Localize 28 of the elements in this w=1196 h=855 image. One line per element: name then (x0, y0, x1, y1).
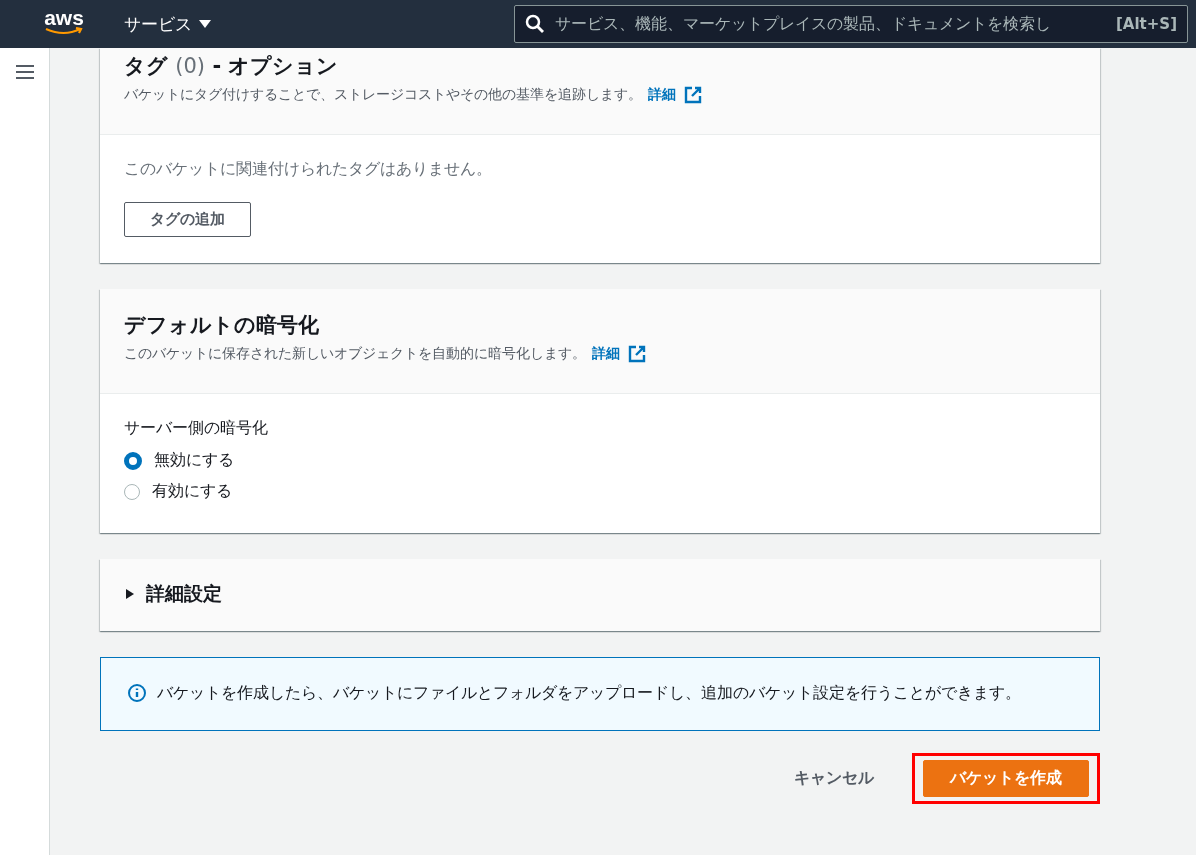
search-icon (525, 14, 545, 34)
add-tag-button[interactable]: タグの追加 (124, 202, 251, 237)
section-description: バケットにタグ付けすることで、ストレージコストやその他の基準を追跡します。 (124, 86, 642, 104)
services-menu[interactable]: サービス (124, 12, 212, 36)
external-link-icon (628, 345, 646, 363)
radio-label: 有効にする (152, 481, 232, 502)
shortcut-hint: [Alt+S] (1116, 15, 1177, 33)
section-title: デフォルトの暗号化 (124, 312, 320, 339)
caret-icon (124, 588, 136, 600)
radio-label: 無効にする (154, 450, 234, 471)
search-bar[interactable]: サービス、機能、マーケットプレイスの製品、ドキュメントを検索し [Alt+S] (514, 5, 1188, 43)
radio-button[interactable] (124, 451, 142, 470)
section-description: このバケットに保存された新しいオブジェクトを自動的に暗号化します。 (124, 345, 586, 363)
menu-icon[interactable] (15, 64, 34, 80)
advanced-settings-toggle[interactable]: 詳細設定 (124, 581, 222, 607)
details-link[interactable]: 詳細 (648, 86, 702, 104)
radio-button[interactable] (124, 483, 140, 500)
info-message: バケットを作成したら、バケットにファイルとフォルダをアップロードし、追加のバケット設定を行うことができます。 (157, 682, 1021, 704)
field-label: サーバー側の暗号化 (124, 418, 269, 439)
cancel-button[interactable]: キャンセル (782, 760, 886, 797)
empty-message: このバケットに関連付けられたタグはありません。 (124, 159, 493, 180)
external-link-icon (684, 86, 702, 104)
aws-logo[interactable]: aws (44, 9, 84, 35)
details-link[interactable]: 詳細 (592, 345, 646, 363)
search-field[interactable]: サービス、機能、マーケットプレイスの製品、ドキュメントを検索し (553, 14, 1108, 34)
info-icon (127, 683, 147, 703)
section-title: タグ (0) - オプション (124, 53, 340, 80)
caret-icon (198, 19, 212, 29)
